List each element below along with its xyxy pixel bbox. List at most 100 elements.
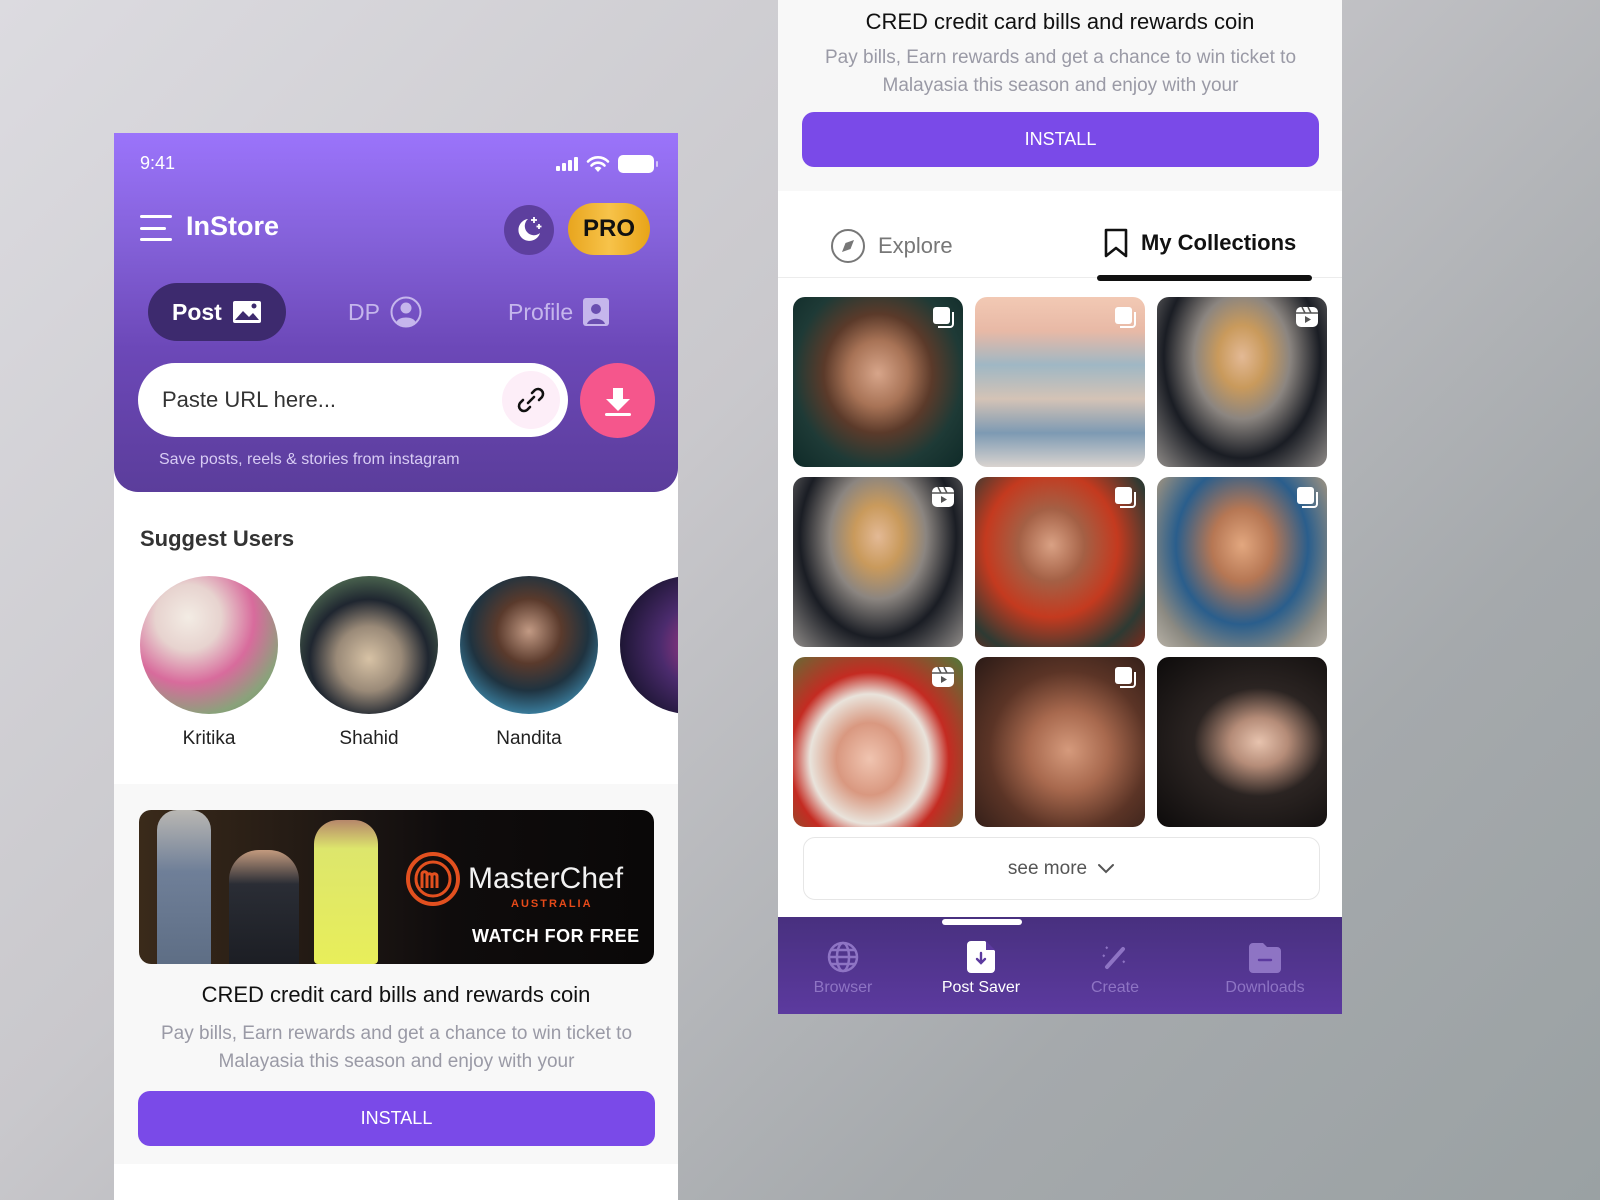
nav-label: Create: [1090, 979, 1140, 996]
right-phone-screen: CRED credit card bills and rewards coin …: [778, 0, 1342, 1014]
url-input[interactable]: [162, 387, 482, 413]
grid-tile[interactable]: [975, 297, 1145, 467]
grid-tile[interactable]: [1157, 297, 1327, 467]
compass-icon: [831, 229, 865, 263]
nav-create[interactable]: Create: [1080, 941, 1150, 997]
avatar: [140, 576, 278, 714]
status-time: 9:41: [140, 153, 176, 173]
active-nav-indicator: [942, 919, 1022, 925]
carousel-icon: [1113, 305, 1137, 329]
grid-tile[interactable]: [975, 477, 1145, 647]
tab-label: Explore: [878, 233, 953, 258]
ad-title: CRED credit card bills and rewards coin: [865, 9, 1255, 34]
pro-badge[interactable]: PRO: [568, 203, 650, 255]
tab-label: DP: [348, 298, 380, 325]
tab-explore[interactable]: Explore: [830, 228, 953, 264]
avatar: [460, 576, 598, 714]
nav-label: Browser: [813, 979, 873, 996]
user-name: Nandita: [496, 728, 562, 749]
tab-my-collections[interactable]: My Collections: [1103, 228, 1296, 258]
reel-icon: [1295, 305, 1319, 329]
tab-post[interactable]: Post: [148, 283, 286, 341]
see-more-label: see more: [1007, 857, 1088, 879]
collection-tabs: Explore My Collections: [778, 212, 1342, 281]
folder-icon: [1249, 943, 1281, 973]
reel-icon: [931, 485, 955, 509]
collection-grid: [793, 297, 1327, 827]
hint-text: Save posts, reels & stories from instagr…: [159, 451, 460, 468]
magic-wand-icon: [1102, 946, 1126, 969]
ad-card: CRED credit card bills and rewards coin …: [778, 0, 1342, 191]
grid-tile[interactable]: [793, 477, 963, 647]
nav-downloads[interactable]: Downloads: [1215, 941, 1315, 997]
app-title: InStore: [186, 211, 280, 241]
user-item[interactable]: Shahid: [300, 576, 438, 750]
download-button[interactable]: [580, 363, 655, 438]
nav-label: Downloads: [1225, 979, 1305, 996]
bottom-nav: Browser Post Saver Create Downloads: [778, 917, 1342, 1014]
user-name: Shahid: [339, 728, 399, 749]
user-item[interactable]: Kritika: [140, 576, 278, 750]
chevron-down-icon: [1098, 863, 1115, 873]
mode-tabs: Post DP Profile: [148, 283, 648, 341]
watch-free-cta: WATCH FOR FREE: [472, 926, 640, 946]
suggested-users-list: Kritika Shahid Nandita Sh: [140, 576, 678, 750]
grid-tile[interactable]: [1157, 477, 1327, 647]
battery-icon: [618, 155, 658, 173]
masterchef-m-icon: [406, 852, 460, 906]
nav-label: Post Saver: [941, 979, 1021, 996]
install-button[interactable]: INSTALL: [138, 1091, 655, 1146]
theme-toggle-button[interactable]: [504, 205, 554, 255]
avatar: [300, 576, 438, 714]
bookmark-icon: [1104, 228, 1128, 258]
reel-icon: [931, 665, 955, 689]
status-icons: [556, 155, 658, 173]
grid-tile[interactable]: [975, 657, 1145, 827]
header: 9:41 InStore PRO Post DP Profile Paste U…: [114, 133, 678, 492]
ad-description: Pay bills, Earn rewards and get a chance…: [160, 1023, 633, 1072]
tab-label: Post: [172, 298, 222, 325]
left-phone-screen: 9:41 InStore PRO Post DP Profile Paste U…: [114, 133, 678, 1200]
grid-tile[interactable]: [793, 657, 963, 827]
tab-label: Profile: [508, 298, 574, 325]
ad-card: MasterChef AUSTRALIA WATCH FOR FREE CRED…: [114, 784, 678, 1164]
paste-link-button[interactable]: [502, 371, 560, 429]
moon-icon: [518, 217, 542, 241]
user-circle-icon: [390, 296, 422, 328]
ad-title: CRED credit card bills and rewards coin: [201, 982, 591, 1007]
avatar: [620, 576, 678, 714]
grid-tile[interactable]: [1157, 657, 1327, 827]
image-icon: [232, 301, 261, 323]
tab-label: My Collections: [1141, 230, 1297, 255]
carousel-icon: [1113, 665, 1137, 689]
carousel-icon: [931, 305, 955, 329]
tab-profile[interactable]: Profile: [508, 283, 610, 341]
user-item[interactable]: Nandita: [460, 576, 598, 750]
carousel-icon: [1295, 485, 1319, 509]
file-download-icon: [967, 941, 995, 973]
nav-browser[interactable]: Browser: [808, 941, 878, 997]
globe-icon: [827, 941, 859, 973]
url-field-wrapper: [138, 363, 568, 437]
banner-image: [139, 810, 389, 964]
tab-dp[interactable]: DP: [348, 283, 422, 341]
masterchef-subtitle: AUSTRALIA: [511, 898, 593, 910]
masterchef-title: MasterChef: [468, 862, 624, 895]
wifi-icon: [586, 156, 610, 172]
user-name: Kritika: [182, 728, 236, 749]
user-name: Sh: [677, 728, 678, 750]
download-icon: [604, 387, 631, 416]
grid-tile[interactable]: [793, 297, 963, 467]
see-more-button[interactable]: see more: [803, 837, 1320, 900]
active-tab-indicator: [1097, 275, 1312, 281]
link-icon: [517, 387, 545, 413]
section-title: Suggest Users: [140, 526, 295, 551]
nav-post-saver[interactable]: Post Saver: [936, 941, 1026, 997]
ad-banner[interactable]: MasterChef AUSTRALIA WATCH FOR FREE: [139, 810, 654, 964]
hamburger-icon[interactable]: [140, 215, 172, 241]
signal-icon: [556, 157, 578, 171]
user-square-icon: [583, 298, 610, 326]
carousel-icon: [1113, 485, 1137, 509]
install-button[interactable]: INSTALL: [802, 112, 1319, 167]
user-item[interactable]: Sh: [620, 576, 678, 750]
